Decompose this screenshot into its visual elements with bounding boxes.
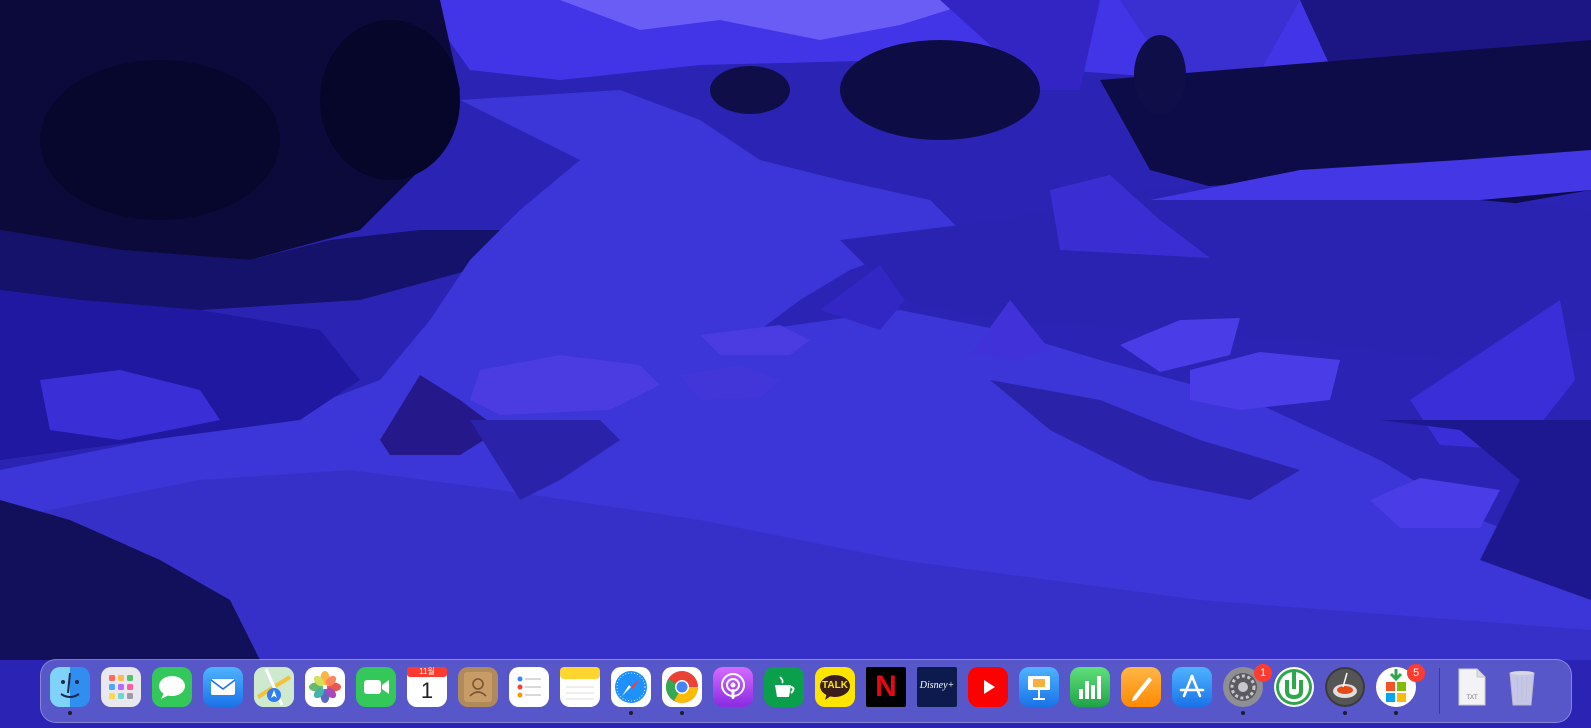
trash-icon <box>1509 671 1535 706</box>
maps-icon <box>254 667 294 707</box>
dock-app-finder[interactable] <box>50 667 90 707</box>
dock: 11월 1 TALK N Disney+ 1 5 TXT <box>40 659 1572 723</box>
dock-app-numbers[interactable] <box>1070 667 1110 707</box>
running-indicator <box>1343 711 1347 715</box>
starbucks-icon <box>775 676 795 697</box>
running-indicator <box>629 711 633 715</box>
podcasts-icon <box>721 673 745 699</box>
mail-icon <box>210 679 236 695</box>
running-indicator <box>680 711 684 715</box>
dock-app-utorrent[interactable] <box>1274 667 1314 707</box>
dock-item-trash[interactable] <box>1502 667 1542 707</box>
calendar-month: 11월 <box>419 667 435 676</box>
reminders-icon <box>517 676 541 698</box>
photos-icon <box>309 671 341 703</box>
document-type-label: TXT <box>1466 695 1478 701</box>
dock-app-kakaotalk[interactable]: TALK <box>815 667 855 707</box>
dock-app-app-store[interactable] <box>1172 667 1212 707</box>
desktop-wallpaper <box>0 0 1591 728</box>
keynote-icon <box>1028 676 1050 700</box>
chrome-icon <box>665 671 698 703</box>
pages-icon <box>1132 677 1152 701</box>
youtube-icon <box>984 680 995 694</box>
dock-app-chrome[interactable] <box>662 667 702 707</box>
facetime-icon <box>364 680 389 694</box>
safari-icon <box>615 671 647 703</box>
running-indicator <box>68 711 72 715</box>
finder-icon <box>60 672 80 698</box>
contacts-icon <box>464 672 492 702</box>
dock-app-launchpad[interactable] <box>101 667 141 707</box>
dock-app-calendar[interactable]: 11월 1 <box>407 667 447 707</box>
dock-app-keynote[interactable] <box>1019 667 1059 707</box>
utorrent-icon <box>1276 669 1312 705</box>
notes-icon <box>560 667 600 700</box>
notification-badge: 1 <box>1254 664 1272 682</box>
dock-app-podcasts[interactable] <box>713 667 753 707</box>
dock-item-document[interactable]: TXT <box>1451 667 1491 707</box>
dock-app-disney-plus[interactable]: Disney+ <box>917 667 957 707</box>
dock-app-messages[interactable] <box>152 667 192 707</box>
launchpad-icon <box>109 675 133 699</box>
dock-app-contacts[interactable] <box>458 667 498 707</box>
disney-plus-icon: Disney+ <box>919 680 955 691</box>
kakaotalk-label: TALK <box>822 680 848 691</box>
dock-app-cooking[interactable] <box>1325 667 1365 707</box>
app-store-icon <box>1179 674 1205 698</box>
dock-app-starbucks[interactable] <box>764 667 804 707</box>
netflix-icon: N <box>875 670 897 703</box>
dock-app-facetime[interactable] <box>356 667 396 707</box>
cooking-app-icon <box>1327 669 1363 705</box>
messages-icon <box>159 676 185 699</box>
dock-app-mail[interactable] <box>203 667 243 707</box>
running-indicator <box>1241 711 1245 715</box>
running-indicator <box>1394 711 1398 715</box>
notification-badge: 5 <box>1407 664 1425 682</box>
dock-app-maps[interactable] <box>254 667 294 707</box>
numbers-icon <box>1079 676 1101 699</box>
calendar-day: 1 <box>420 678 434 703</box>
dock-app-system-preferences[interactable]: 1 <box>1223 664 1272 707</box>
dock-app-photos[interactable] <box>305 667 345 707</box>
dock-app-ms-autoupdate[interactable]: 5 <box>1376 664 1425 707</box>
dock-app-pages[interactable] <box>1121 667 1161 707</box>
dock-app-safari[interactable] <box>611 667 651 707</box>
dock-app-netflix[interactable]: N <box>866 667 906 707</box>
dock-app-youtube[interactable] <box>968 667 1008 707</box>
dock-app-notes[interactable] <box>560 667 600 707</box>
dock-app-reminders[interactable] <box>509 667 549 707</box>
dock-separator <box>1439 668 1440 714</box>
